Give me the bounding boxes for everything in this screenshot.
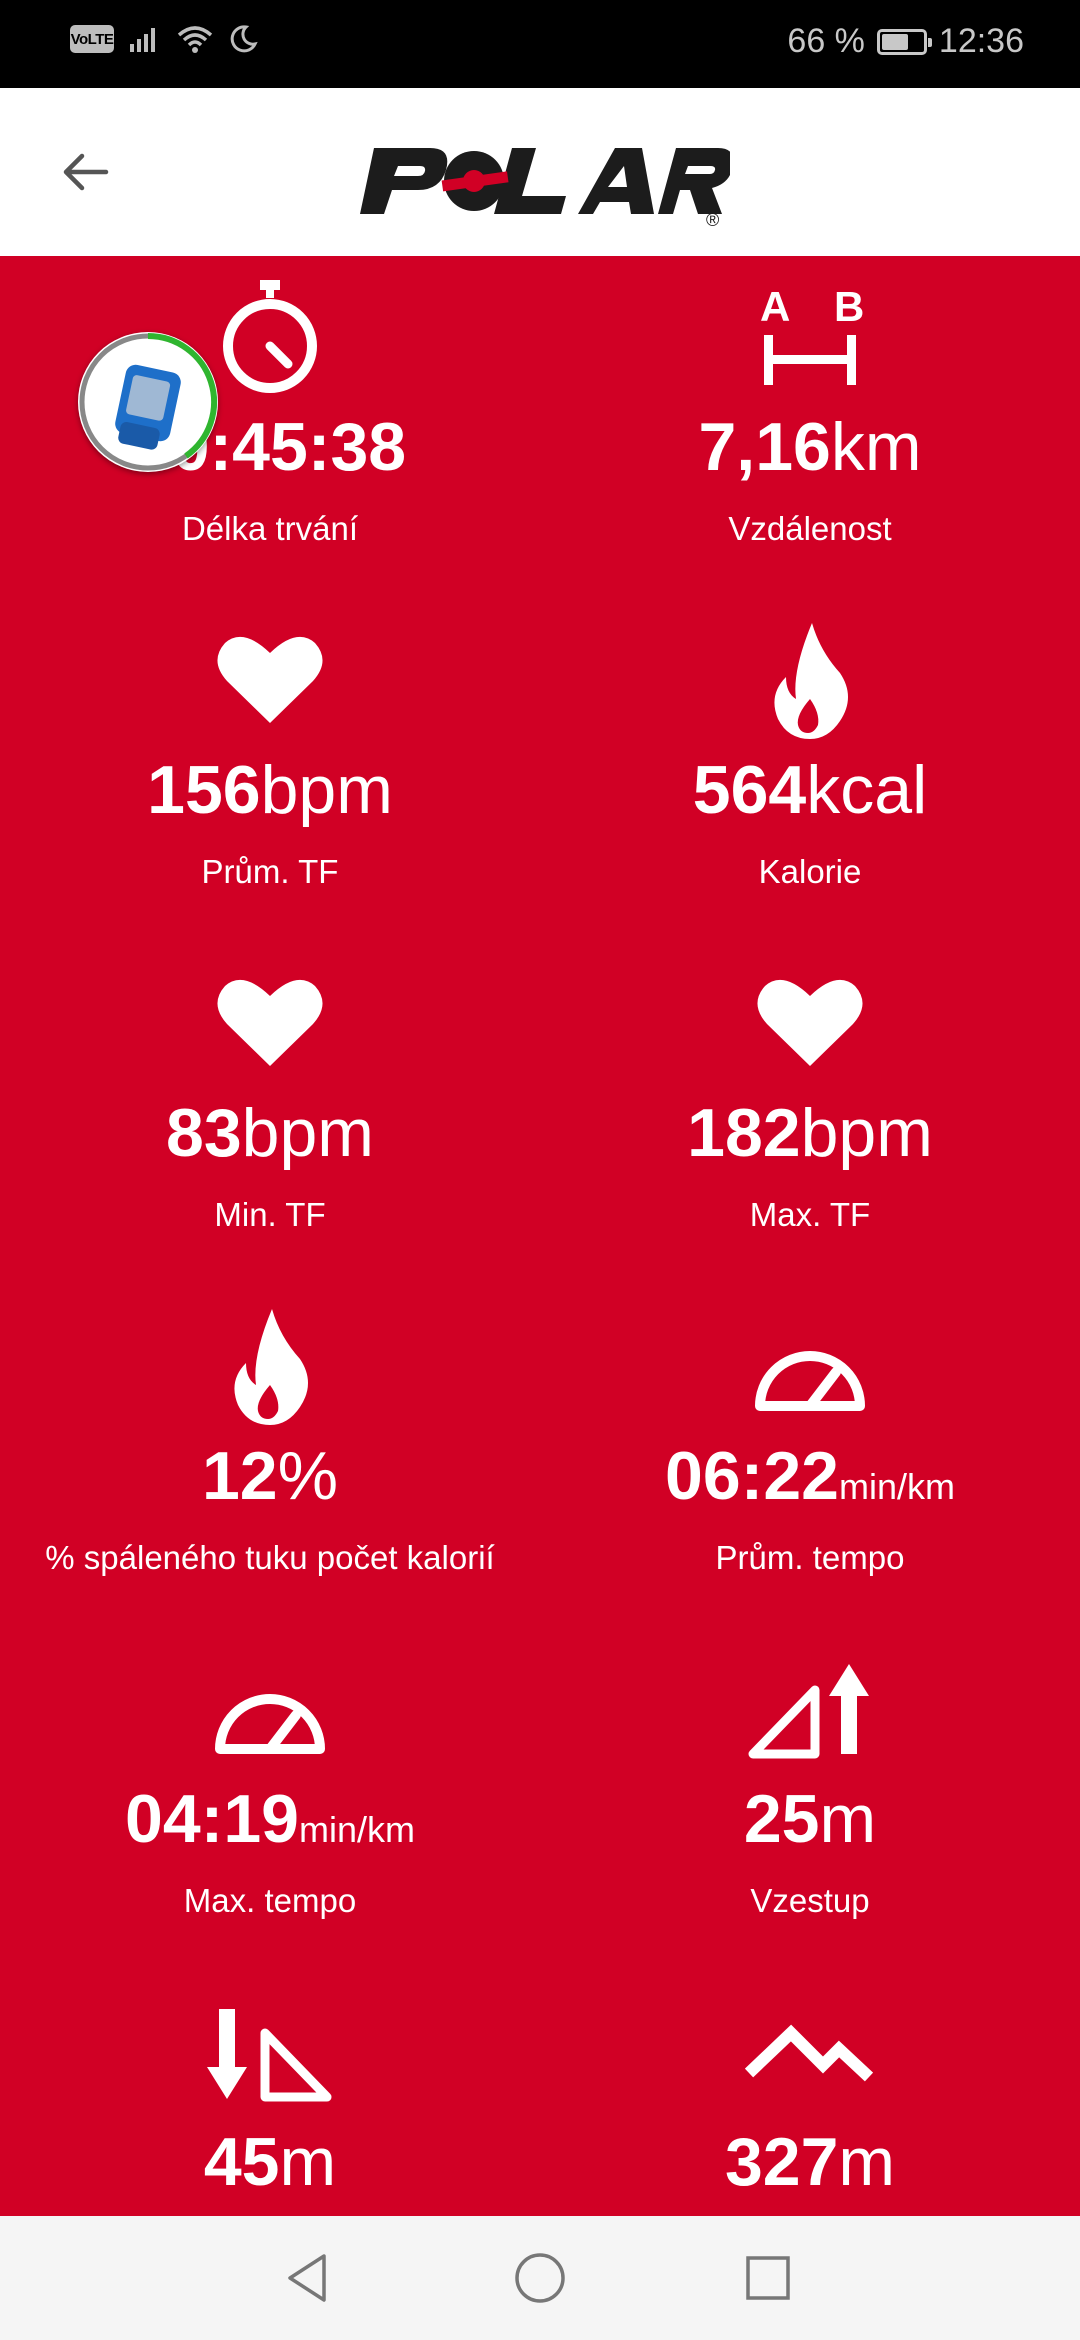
nav-back-button[interactable] (276, 2246, 340, 2310)
stat-avg-hr: 156bpm Prům. TF (0, 599, 540, 942)
battery-percent: 66 % (787, 22, 865, 60)
speedometer-icon (540, 1315, 1080, 1419)
stat-label: Délka trvání (181, 510, 359, 547)
stat-number: 06:22 (665, 1438, 839, 1514)
stat-unit: m (838, 2124, 896, 2200)
heart-icon (540, 972, 1080, 1076)
flame-icon (0, 1309, 540, 1425)
stat-unit: bpm (800, 1095, 933, 1171)
stat-unit: min/km (298, 1809, 415, 1850)
stat-distance: A B 7,16km Vzdálenost (540, 256, 1080, 599)
stat-value: 327m (540, 2123, 1080, 2201)
stat-number: 12 (201, 1438, 278, 1514)
nav-recents-button[interactable] (736, 2246, 800, 2310)
stat-label: Vzestup (750, 1882, 870, 1919)
moon-icon (230, 25, 258, 53)
stat-value: 06:22min/km (540, 1437, 1080, 1515)
stat-label: Min. TF (214, 1196, 326, 1233)
stat-value: 564kcal (540, 751, 1080, 829)
stats-grid: 00:45:38 Délka trvání A B 7,16km Vzdálenost 15… (0, 256, 1080, 2216)
stat-number: 327 (724, 2124, 839, 2200)
descent-icon (0, 2001, 540, 2105)
stat-unit: % (277, 1438, 339, 1514)
stat-unit: bpm (241, 1095, 374, 1171)
heart-icon (0, 629, 540, 733)
stat-calories: 564kcal Kalorie (540, 599, 1080, 942)
stat-value: 12% (0, 1437, 540, 1515)
triangle-back-icon (288, 2254, 326, 2302)
nav-home-button[interactable] (508, 2246, 572, 2310)
stat-label: Vzdálenost (728, 510, 892, 547)
stat-min-hr: 83bpm Min. TF (0, 942, 540, 1285)
stat-label: Kalorie (758, 853, 862, 890)
stat-unit: km (830, 409, 922, 485)
status-bar: VoLTE 66 % 12:36 (0, 0, 1080, 88)
heart-icon (0, 972, 540, 1076)
volte-badge: VoLTE (70, 25, 114, 53)
polar-logo (360, 148, 730, 214)
back-arrow-icon (63, 153, 109, 191)
stat-label: Max. tempo (183, 1882, 357, 1919)
stat-avg-pace: 06:22min/km Prům. tempo (540, 1285, 1080, 1628)
stat-unit: kcal (806, 752, 928, 828)
stat-value: 45m (0, 2123, 540, 2201)
registered-mark: ® (706, 210, 720, 230)
status-icons-right: 66 % 12:36 (787, 22, 1024, 61)
circle-home-icon (515, 2253, 565, 2303)
mountain-icon (540, 2001, 1080, 2105)
flame-icon (540, 623, 1080, 739)
stat-number: 25 (743, 1781, 820, 1857)
clock: 12:36 (938, 22, 1024, 60)
stat-unit: min/km (838, 1466, 955, 1507)
back-button[interactable] (48, 136, 120, 208)
signal-icon (130, 28, 155, 52)
battery-fill (881, 33, 908, 50)
stat-label: Prům. tempo (715, 1539, 905, 1576)
stat-number: 04:19 (125, 1781, 299, 1857)
stat-value: 83bpm (0, 1094, 540, 1172)
svg-text:A: A (760, 283, 790, 330)
status-icons-left: VoLTE (70, 24, 258, 54)
speedometer-icon (0, 1658, 540, 1762)
stat-unit: bpm (260, 752, 393, 828)
stat-number: 83 (166, 1095, 242, 1171)
stat-label: Max. TF (749, 1196, 871, 1233)
stat-value: 182bpm (540, 1094, 1080, 1172)
app-header: ® (0, 88, 1080, 256)
stat-label: Prům. TF (201, 853, 339, 890)
stat-number: 564 (692, 752, 807, 828)
stat-max-pace: 04:19min/km Max. tempo (0, 1628, 540, 1971)
svg-text:B: B (834, 283, 864, 330)
wifi-icon (177, 26, 213, 53)
square-recents-icon (746, 2256, 790, 2300)
battery-icon (876, 28, 932, 55)
stat-value: 7,16km (540, 408, 1080, 486)
distance-ab-icon: AB (540, 283, 1080, 390)
stat-number: 156 (147, 752, 261, 828)
stat-ascent: 25m Vzestup (540, 1628, 1080, 1971)
stat-value: 25m (540, 1780, 1080, 1858)
stat-max-hr: 182bpm Max. TF (540, 942, 1080, 1285)
stat-fat-burn: 12% % spáleného tuku počet kalorií (0, 1285, 540, 1628)
watch-icon (79, 333, 217, 471)
stat-unit: m (819, 1781, 877, 1857)
stat-number: 7,16 (698, 409, 831, 485)
system-nav-bar (0, 2216, 1080, 2340)
stat-value: 156bpm (0, 751, 540, 829)
stat-label: % spáleného tuku počet kalorií (45, 1539, 495, 1576)
stat-value: 04:19min/km (0, 1780, 540, 1858)
stat-unit: m (279, 2124, 337, 2200)
ascent-icon (540, 1658, 1080, 1762)
stat-number: 45 (203, 2124, 280, 2200)
device-avatar[interactable] (78, 332, 218, 472)
stat-number: 182 (687, 1095, 801, 1171)
